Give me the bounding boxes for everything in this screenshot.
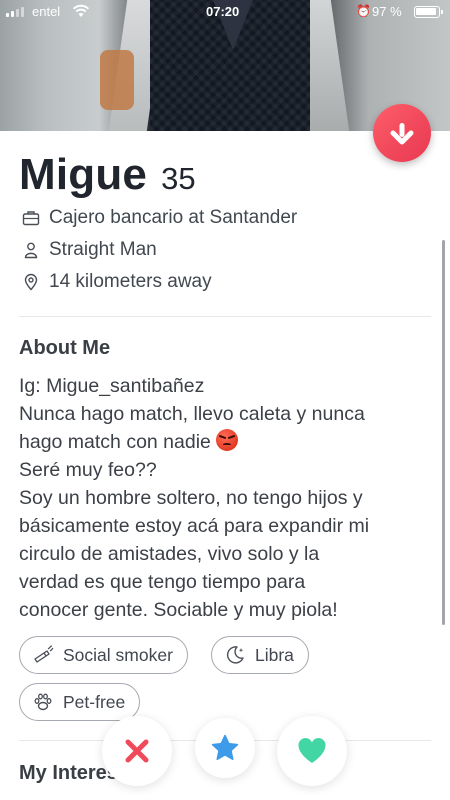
like-button[interactable] xyxy=(277,716,347,786)
divider xyxy=(19,316,431,317)
chip-pet-free: Pet-free xyxy=(19,683,141,721)
about-heading: About Me xyxy=(19,337,111,359)
arrow-down-icon xyxy=(390,123,414,145)
person-icon xyxy=(24,242,38,259)
about-line: circulo de amistades, vivo solo y la xyxy=(19,543,320,565)
paw-icon xyxy=(34,693,52,711)
profile-header: Migue 35 xyxy=(19,150,196,200)
star-icon xyxy=(211,734,239,761)
distance-label: 14 kilometers away xyxy=(49,271,212,292)
super-like-button[interactable] xyxy=(195,718,255,778)
chip-label: Libra xyxy=(255,644,294,665)
battery-percent: 97 % xyxy=(372,4,402,19)
about-line: conocer gente. Sociable y muy piola! xyxy=(19,599,338,621)
about-line: verdad es que tengo tiempo para xyxy=(19,571,306,593)
about-line: Seré muy feo?? xyxy=(19,459,157,481)
angry-face-icon xyxy=(216,429,239,451)
clock: 07:20 xyxy=(206,4,240,19)
wifi-icon xyxy=(72,4,90,17)
carrier-label: entel xyxy=(32,4,61,19)
orientation-row: Straight Man xyxy=(22,239,157,261)
about-line: básicamente estoy acá para expandir mi xyxy=(19,515,370,537)
about-text: Ig: Migue_santibañez Nunca hago match, l… xyxy=(19,372,431,624)
distance-row: 14 kilometers away xyxy=(22,271,212,293)
chip-libra: Libra xyxy=(211,636,309,674)
job-label: Cajero bancario at Santander xyxy=(49,207,298,228)
job-row: Cajero bancario at Santander xyxy=(22,207,297,229)
about-line: hago match con nadie xyxy=(19,428,431,456)
about-line: Nunca hago match, llevo caleta y nunca xyxy=(19,403,365,425)
location-pin-icon xyxy=(24,273,38,291)
moon-icon xyxy=(226,646,244,664)
heart-icon xyxy=(298,738,326,763)
chip-social-smoker: Social smoker xyxy=(19,636,188,674)
chip-label: Pet-free xyxy=(63,691,126,712)
profile-age: 35 xyxy=(161,161,196,196)
status-bar: entel 07:20 ⏰ 97 % xyxy=(0,0,450,24)
nope-button[interactable] xyxy=(102,716,172,786)
briefcase-icon xyxy=(22,211,40,226)
chip-label: Social smoker xyxy=(63,644,173,665)
battery-icon xyxy=(414,6,443,18)
cigarette-icon xyxy=(34,645,54,663)
scrollbar[interactable] xyxy=(442,240,445,625)
about-line: Ig: Migue_santibañez xyxy=(19,375,205,397)
collapse-profile-button[interactable] xyxy=(373,104,431,162)
profile-name: Migue xyxy=(19,150,148,199)
alarm-icon: ⏰ xyxy=(356,4,371,18)
about-line: Soy un hombre soltero, no tengo hijos y xyxy=(19,487,363,509)
signal-icon xyxy=(6,7,24,17)
close-icon xyxy=(125,739,149,763)
orientation-label: Straight Man xyxy=(49,239,157,260)
